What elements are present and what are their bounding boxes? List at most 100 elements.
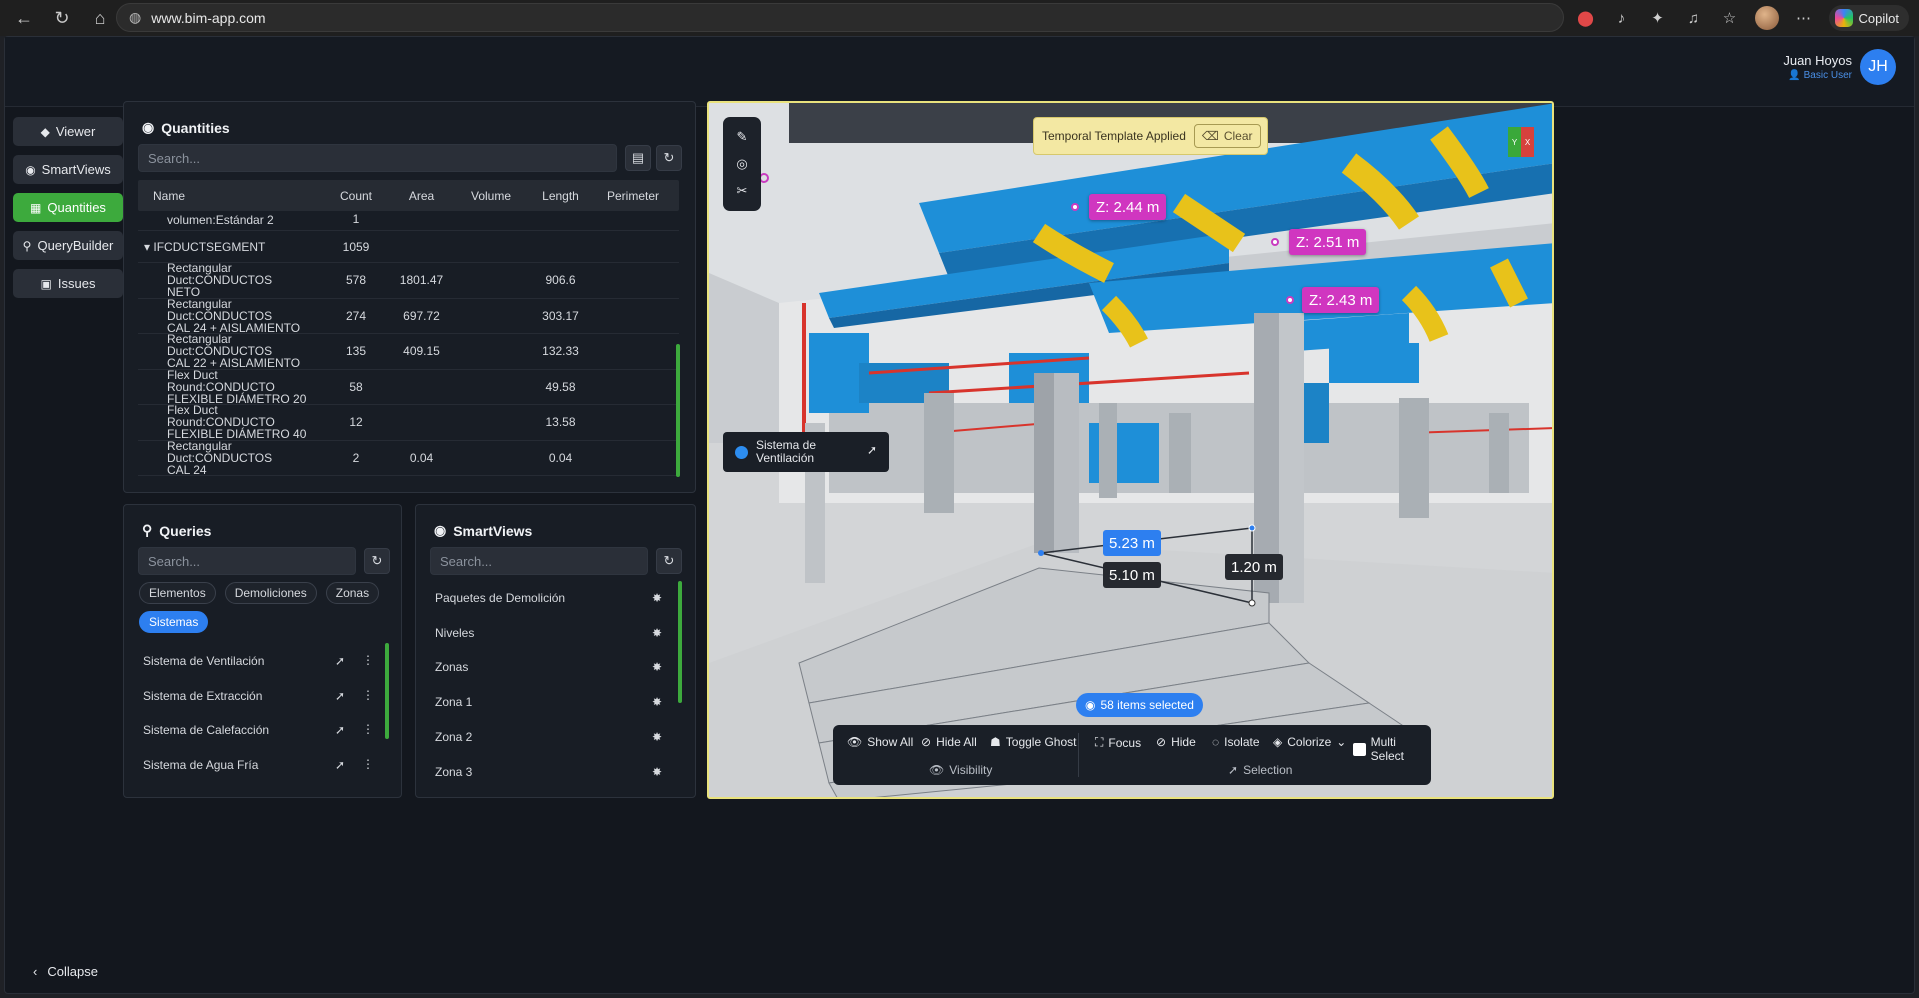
checkbox[interactable] <box>1353 742 1366 756</box>
list-item[interactable]: Sistema de Extracción <box>143 685 262 707</box>
cursor-icon[interactable]: ➚ <box>335 654 345 668</box>
table-header: Name Count Area Volume Length Perimeter <box>138 180 679 211</box>
col-area[interactable]: Area <box>384 189 459 203</box>
search-input[interactable]: Search... <box>138 547 356 575</box>
reload-icon[interactable]: ↻ <box>48 4 76 32</box>
col-count[interactable]: Count <box>328 189 384 203</box>
selection-badge[interactable]: ◉ 58 items selected <box>1076 693 1203 717</box>
col-volume[interactable]: Volume <box>459 189 523 203</box>
refresh-icon[interactable]: ↻ <box>656 145 682 171</box>
copilot-button[interactable]: Copilot <box>1828 5 1909 31</box>
toggle-ghost-button[interactable]: ☗ Toggle Ghost <box>990 735 1076 749</box>
system-card[interactable]: Sistema de Ventilación ➚ <box>723 432 889 472</box>
colorize-button[interactable]: ◈ Colorize ⌄ <box>1273 735 1346 749</box>
more-icon[interactable]: ⋮ <box>362 722 374 736</box>
row-name: Flex Duct Round:CONDUCTO FLEXIBLE DIÁMETR… <box>138 369 328 405</box>
puzzle-icon[interactable]: ✦ <box>1647 7 1669 29</box>
pin-icon[interactable]: ✸ <box>652 660 662 674</box>
pin-icon[interactable]: ✸ <box>652 591 662 605</box>
extension-icon[interactable]: ⬤ <box>1575 7 1597 29</box>
read-aloud-icon[interactable]: ♫ <box>1683 7 1705 29</box>
more-icon[interactable]: ⋮ <box>362 688 374 702</box>
filter-elementos[interactable]: Elementos <box>139 582 216 604</box>
scissors-icon[interactable]: ✂ <box>737 183 748 199</box>
pin-icon[interactable]: ✸ <box>652 730 662 744</box>
more-icon[interactable]: ⋮ <box>362 653 374 667</box>
pin-icon[interactable]: ✸ <box>652 626 662 640</box>
hide-button[interactable]: ⊘ Hide <box>1156 735 1196 749</box>
back-icon[interactable]: ← <box>10 4 38 32</box>
cursor-icon[interactable]: ➚ <box>335 689 345 703</box>
filter-sistemas[interactable]: Sistemas <box>139 611 209 633</box>
list-item[interactable]: Niveles <box>435 622 474 644</box>
ruler-icon[interactable]: ✎ <box>737 129 748 145</box>
target-icon[interactable]: ◎ <box>736 156 747 172</box>
list-item[interactable]: Zona 2 <box>435 726 472 748</box>
cursor-icon[interactable]: ➚ <box>335 723 345 737</box>
list-item[interactable]: Sistema de Calefacción <box>143 719 269 741</box>
address-bar[interactable]: ◍ www.bim-app.com <box>116 3 1564 32</box>
table-row[interactable]: Rectangular Duct:CONDUCTOS NETO 578 1801.47… <box>138 262 679 299</box>
clear-button[interactable]: ⌫ Clear <box>1193 124 1261 148</box>
sidebar-item-issues[interactable]: ▣ Issues <box>13 269 123 298</box>
profile-avatar[interactable] <box>1754 6 1779 30</box>
list-item[interactable]: Sistema de Ventilación <box>143 650 264 672</box>
clipboard-icon[interactable]: ▤ <box>625 145 651 171</box>
table-row[interactable]: Rectangular Duct:CONDUCTOS CAL 24 2 0.04 0.0… <box>138 440 679 476</box>
table-group-row[interactable]: ▾ IFCDUCTSEGMENT 1059 <box>138 231 679 263</box>
avatar[interactable]: JH <box>1860 49 1896 85</box>
axis-gizmo[interactable]: Y X <box>1508 127 1534 157</box>
col-length[interactable]: Length <box>523 189 598 203</box>
search-icon: ⚲ <box>22 238 32 253</box>
3d-viewer[interactable]: ✎ ◎ ✂ Temporal Template Applied ⌫ Clear Y… <box>707 101 1554 799</box>
table-row[interactable]: Rectangular Duct:CONDUCTOS CAL 22 + AISLA… <box>138 333 679 370</box>
favorites-icon[interactable]: ☆ <box>1719 7 1741 29</box>
template-text: Temporal Template Applied <box>1042 129 1186 143</box>
cursor-icon[interactable]: ➚ <box>867 444 877 457</box>
quantities-panel: ◉ Quantities Search... ▤ ↻ Name Count Are… <box>123 101 696 493</box>
table-row[interactable]: volumen:Estándar 2 1 <box>138 211 679 231</box>
sidebar-item-querybuilder[interactable]: ⚲ QueryBuilder <box>13 231 123 260</box>
isolate-button[interactable]: ◌ Isolate <box>1212 735 1260 749</box>
more-icon[interactable]: ⋯ <box>1793 7 1815 29</box>
show-all-button[interactable]: 👁 Show All <box>847 735 913 749</box>
smartviews-panel: ◉ SmartViews Search... ↻ Paquetes de Demo… <box>415 504 696 798</box>
filter-demoliciones[interactable]: Demoliciones <box>224 582 317 604</box>
collapse-button[interactable]: ‹ Collapse <box>33 964 98 979</box>
home-icon[interactable]: ⌂ <box>86 4 114 32</box>
layers-icon: ◉ <box>1085 698 1096 712</box>
pin-icon[interactable]: ✸ <box>652 765 662 779</box>
scrollbar[interactable] <box>678 581 682 703</box>
col-name[interactable]: Name <box>138 190 328 202</box>
filter-zonas[interactable]: Zonas <box>325 582 380 604</box>
search-input[interactable]: Search... <box>430 547 648 575</box>
list-item[interactable]: Zona 3 <box>435 761 472 783</box>
multi-select-toggle[interactable]: Multi Select <box>1353 735 1431 763</box>
list-item[interactable]: Zonas <box>435 656 468 678</box>
microphone-icon[interactable]: ♪ <box>1611 7 1633 29</box>
col-perimeter[interactable]: Perimeter <box>598 189 668 203</box>
search-input[interactable]: Search... <box>138 144 617 172</box>
button-label: Hide <box>1171 735 1196 749</box>
list-item-label: Zona 1 <box>435 695 473 710</box>
user-menu[interactable]: Juan Hoyos 👤 Basic User JH <box>1783 49 1896 85</box>
table-row[interactable]: Flex Duct Round:CONDUCTO FLEXIBLE DIÁMETR… <box>138 369 679 405</box>
hide-all-button[interactable]: ⊘ Hide All <box>921 735 977 749</box>
refresh-icon[interactable]: ↻ <box>364 548 390 574</box>
focus-button[interactable]: ⛶ Focus <box>1095 735 1141 750</box>
sidebar-item-smartviews[interactable]: ◉ SmartViews <box>13 155 123 184</box>
list-item[interactable]: Sistema de Agua Fría <box>143 754 258 776</box>
table-row[interactable]: Rectangular Duct:CONDUCTOS CAL 24 + AISLA… <box>138 298 679 334</box>
list-item[interactable]: Paquetes de Demolición <box>435 587 565 609</box>
scrollbar[interactable] <box>676 344 680 477</box>
refresh-icon[interactable]: ↻ <box>656 548 682 574</box>
more-icon[interactable]: ⋮ <box>362 757 374 771</box>
table-row[interactable]: Flex Duct Round:CONDUCTO FLEXIBLE DIÁMETR… <box>138 404 679 441</box>
cursor-icon[interactable]: ➚ <box>335 758 345 772</box>
list-item[interactable]: Zona 1 <box>435 691 472 713</box>
app-window: Juan Hoyos 👤 Basic User JH ◆ Viewer ◉ Smar… <box>4 36 1915 994</box>
pin-icon[interactable]: ✸ <box>652 695 662 709</box>
sidebar-item-viewer[interactable]: ◆ Viewer <box>13 117 123 146</box>
scrollbar[interactable] <box>385 643 389 739</box>
sidebar-item-quantities[interactable]: ▦ Quantities <box>13 193 123 222</box>
